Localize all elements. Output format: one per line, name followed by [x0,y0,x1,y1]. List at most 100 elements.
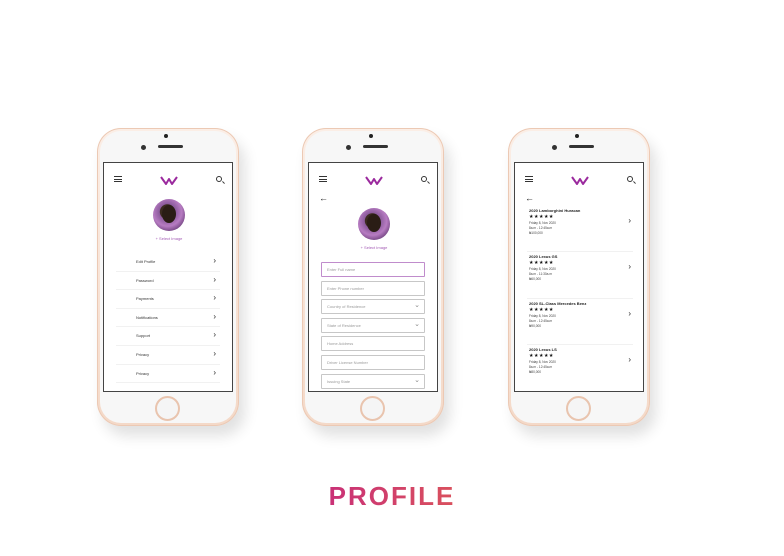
star-rating-icon: ★★★★★ [529,306,554,313]
field-placeholder: Issuing State [327,378,351,384]
back-arrow-icon[interactable]: ← [525,194,535,203]
screen-profile: + Select Image Edit Profile › Password ›… [103,162,233,392]
field-placeholder: Enter Phone number [327,285,364,291]
chevron-right-icon: › [628,308,631,318]
country-select[interactable]: Country of Residence ⌄ [321,299,425,315]
star-rating-icon: ★★★★★ [529,353,554,360]
full-name-field[interactable]: Enter Full name [321,262,425,277]
top-bar [515,173,643,187]
car-name: 2020 Lexus LS [529,347,557,353]
chevron-right-icon: › [213,293,216,303]
speaker-icon [363,145,388,148]
menu-item-edit-profile[interactable]: Edit Profile › [116,253,220,272]
car-name: 2020 Lexus GS [529,254,558,260]
menu-item-privacy[interactable]: Privacy › [116,346,220,365]
menu-item-label: Payments [136,296,154,302]
car-name: 2020 Lamborghini Huracan [529,208,581,213]
car-list: 2020 Lamborghini Huracan ★★★★★ Friday 8,… [527,206,633,391]
car-date: Friday 8, Nov 2020 [529,360,556,365]
list-item[interactable]: 2020 Lamborghini Huracan ★★★★★ Friday 8,… [527,206,633,253]
search-icon[interactable] [421,176,427,182]
menu-item-label: Edit Profile [136,259,156,264]
field-placeholder: Home Address [327,341,354,347]
phone-mockup-form: ← + Select Image Enter Full name Enter P… [302,128,444,426]
search-icon[interactable] [627,176,633,182]
profile-form: Enter Full name Enter Phone number Count… [321,262,425,391]
car-time: 8a.m - 12:45a.m [529,365,553,370]
car-time: 8a.m - 12:45a.m [529,226,553,230]
menu-item-label: Support [136,333,151,339]
front-camera-icon [164,134,168,138]
menu-item-label: Password [136,277,154,283]
field-placeholder: Driver License Number [327,359,368,365]
chevron-right-icon: › [213,274,216,284]
front-lens-icon [346,145,351,150]
hamburger-menu-icon[interactable] [319,176,327,182]
chevron-right-icon: › [213,367,216,377]
top-bar [309,173,437,187]
state-select[interactable]: State of Residence ⌄ [321,317,425,333]
search-icon[interactable] [216,176,222,182]
car-price: ₦90,000 [529,323,542,328]
menu-item-support[interactable]: Support › [116,327,220,346]
car-time: 8a.m - 12:45a.m [529,318,553,323]
menu-item-label: Privacy [136,370,150,376]
list-item[interactable]: 2020 Lexus LS ★★★★★ Friday 8, Nov 2020 8… [527,345,633,391]
chevron-down-icon: ⌄ [414,320,420,328]
phone-number-field[interactable]: Enter Phone number [321,280,425,296]
chevron-down-icon: ⌄ [414,376,420,384]
chevron-right-icon: › [628,262,631,272]
menu-item-label: Notifications [136,314,158,320]
speaker-icon [158,145,183,148]
brand-logo-icon [365,176,383,185]
profile-menu: Edit Profile › Password › Payments › Not… [116,253,220,384]
field-placeholder: Country of Residence [327,304,366,310]
car-price: ₦60,000 [529,277,542,282]
home-button [360,396,385,421]
menu-item-privacy-2[interactable]: Privacy › [116,365,220,384]
car-price: ₦100,000 [529,231,543,235]
chevron-right-icon: › [628,216,631,225]
screen-cars: ← 2020 Lamborghini Huracan ★★★★★ Friday … [514,162,644,392]
top-bar [104,173,232,187]
avatar[interactable] [153,199,185,231]
select-image-link[interactable]: + Select Image [344,245,404,250]
brand-logo-icon [571,176,589,185]
car-date: Friday 8, Nov 2020 [529,267,556,272]
speaker-icon [569,145,594,148]
menu-item-label: Privacy [136,351,150,357]
chevron-right-icon: › [213,348,216,358]
home-address-field[interactable]: Home Address [321,336,425,352]
chevron-right-icon: › [213,330,216,340]
hamburger-menu-icon[interactable] [525,176,533,182]
menu-item-notifications[interactable]: Notifications › [116,309,220,328]
phone-mockup-cars: ← 2020 Lamborghini Huracan ★★★★★ Friday … [508,128,650,426]
front-camera-icon [575,134,579,138]
issuing-state-select[interactable]: Issuing State ⌄ [321,373,425,389]
car-name: 2020 SL-Class Mercedes Benz [529,300,587,306]
list-item[interactable]: 2020 Lexus GS ★★★★★ Friday 8, Nov 2020 8… [527,252,633,299]
select-image-link[interactable]: + Select Image [139,236,199,241]
brand-logo-icon [160,176,178,185]
chevron-right-icon: › [213,311,216,321]
screen-form: ← + Select Image Enter Full name Enter P… [308,162,438,392]
chevron-down-icon: ⌄ [414,302,420,310]
front-camera-icon [369,134,373,138]
field-placeholder: Enter Full name [327,267,356,272]
front-lens-icon [141,145,146,150]
chevron-right-icon: › [628,355,631,365]
avatar[interactable] [358,208,390,240]
back-arrow-icon[interactable]: ← [319,194,329,203]
car-time: 8a.m - 11:30a.m [529,272,552,277]
license-number-field[interactable]: Driver License Number [321,354,425,370]
chevron-right-icon: › [213,256,216,265]
star-rating-icon: ★★★★★ [529,214,554,220]
home-button [566,396,591,421]
car-date: Friday 8, Nov 2020 [529,221,556,225]
menu-item-payments[interactable]: Payments › [116,290,220,309]
list-item[interactable]: 2020 SL-Class Mercedes Benz ★★★★★ Friday… [527,299,633,346]
menu-item-password[interactable]: Password › [116,272,220,291]
home-button [155,396,180,421]
hamburger-menu-icon[interactable] [114,176,122,182]
star-rating-icon: ★★★★★ [529,260,554,267]
